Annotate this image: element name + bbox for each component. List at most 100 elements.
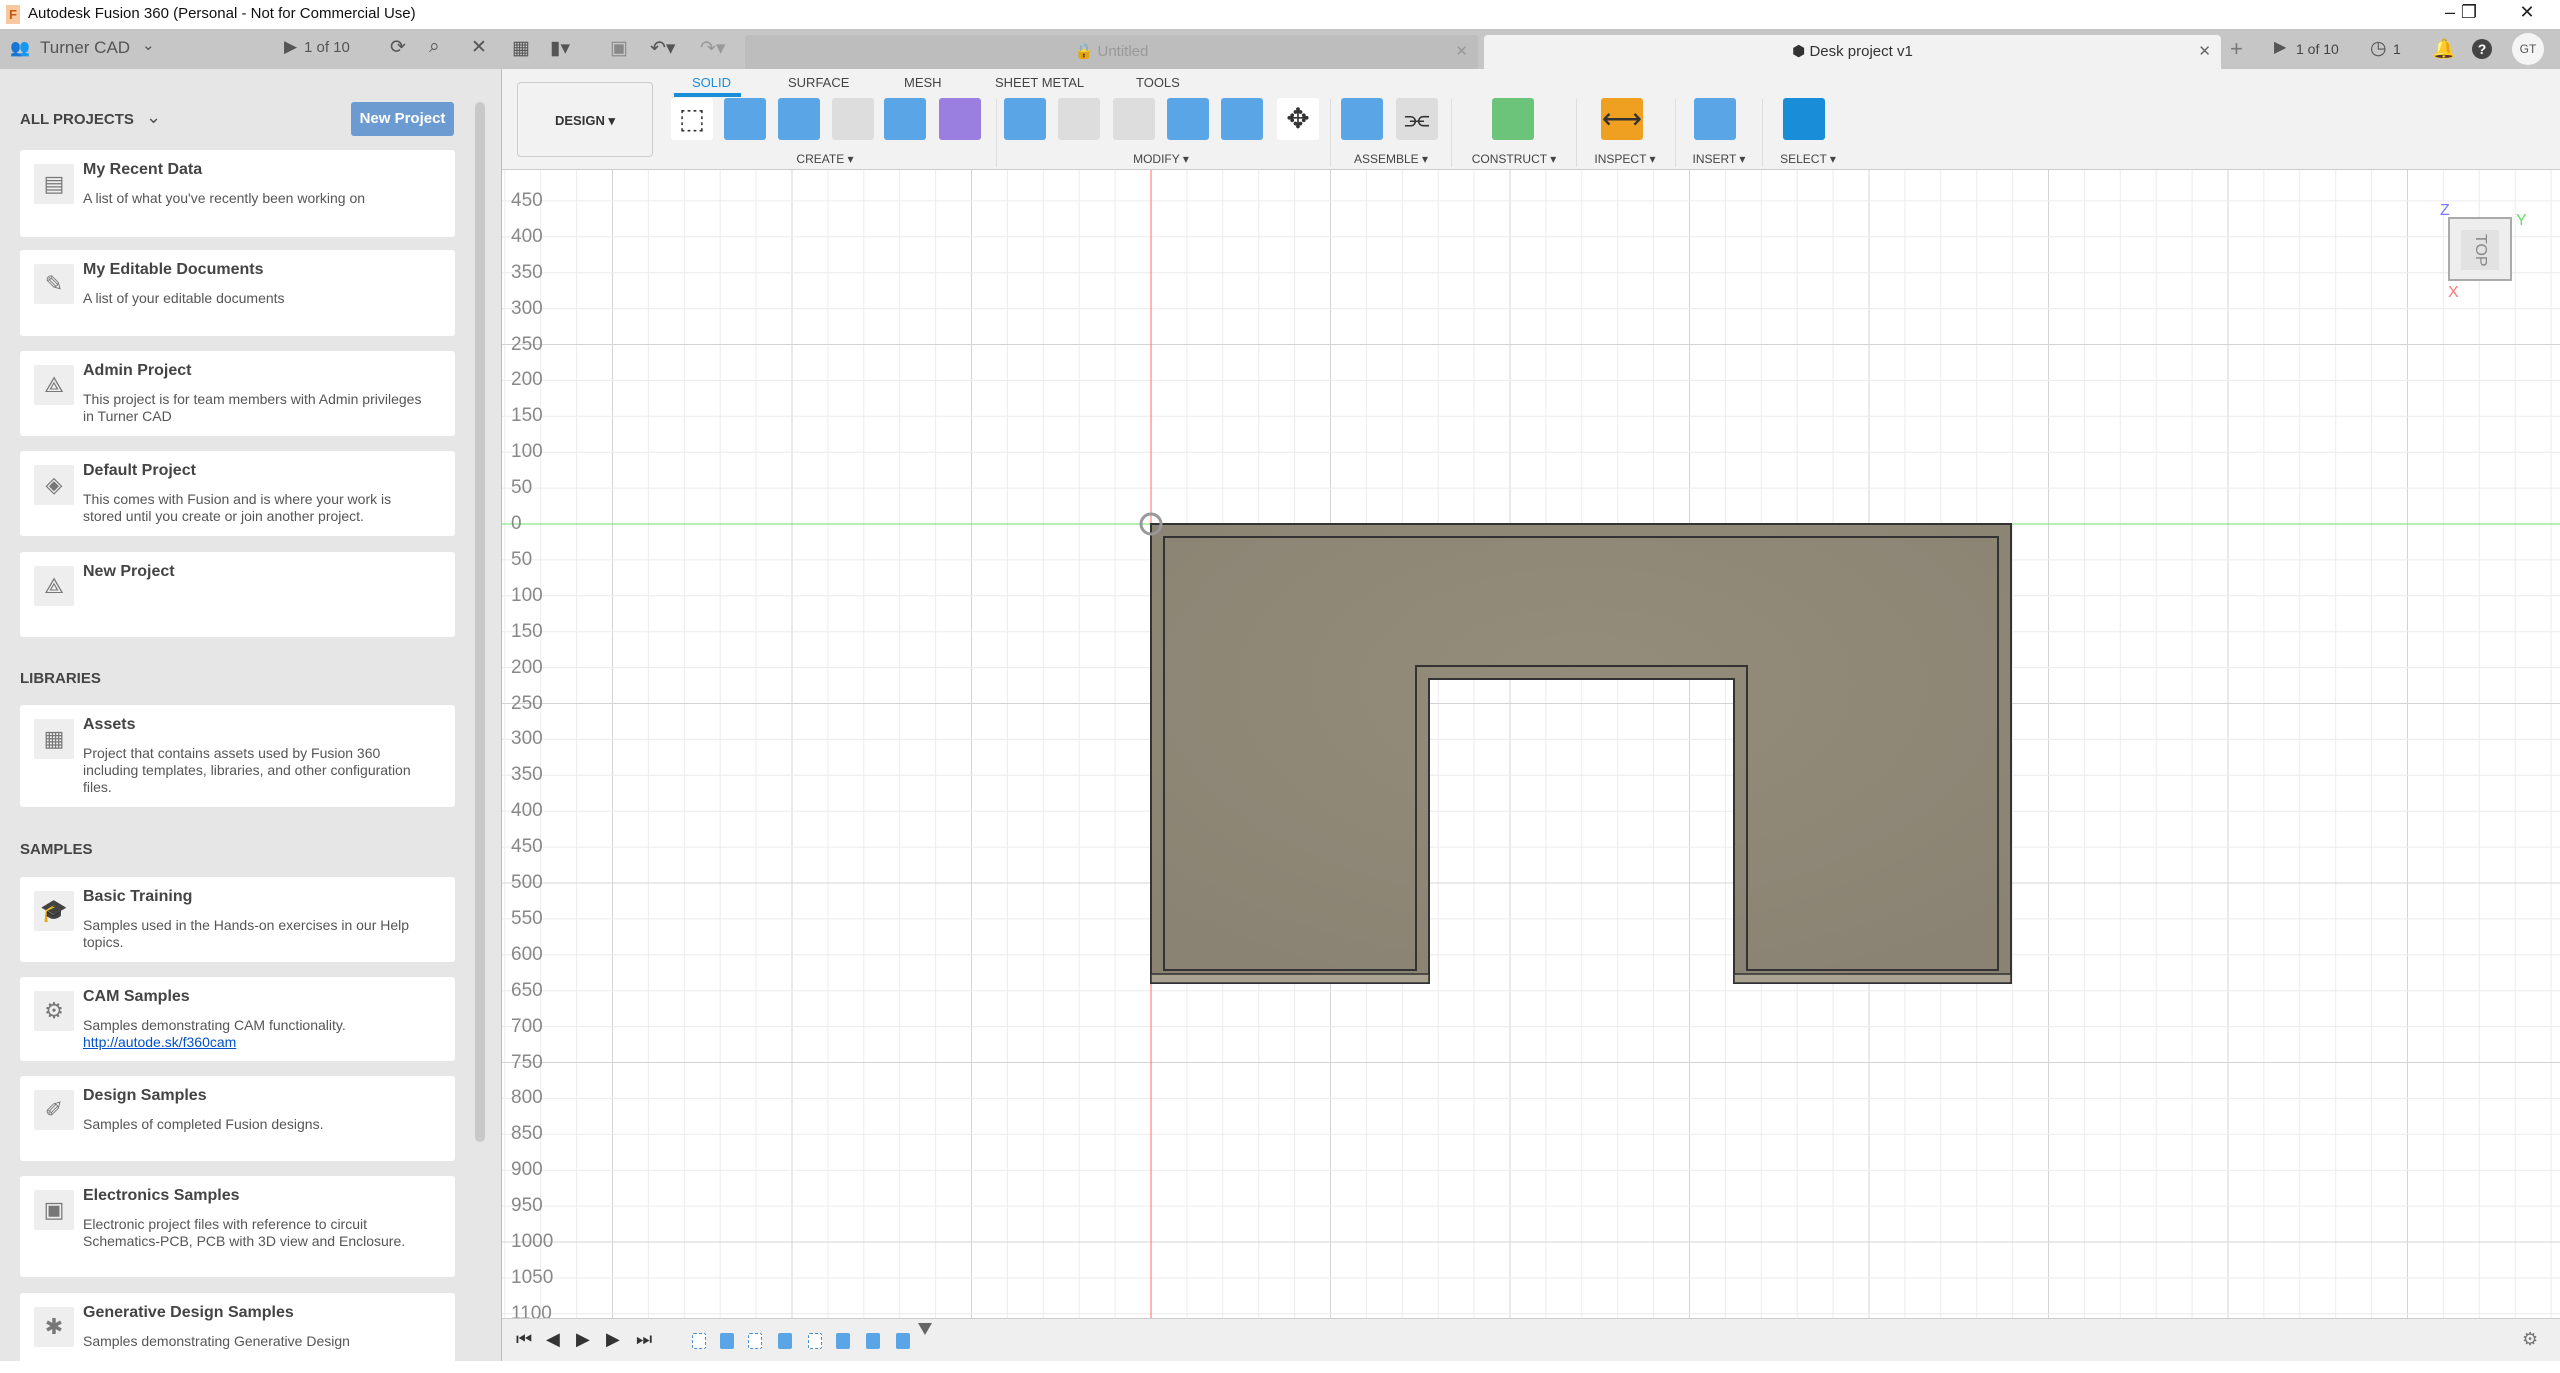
- jobs-status[interactable]: 1 of 10: [2296, 41, 2339, 57]
- timeline-marker[interactable]: [918, 1323, 932, 1335]
- hole-icon[interactable]: [832, 98, 874, 140]
- project-card[interactable]: 🎓 Basic Training Samples used in the Han…: [20, 877, 455, 962]
- tab-untitled[interactable]: 🔒 Untitled ✕: [745, 35, 1478, 69]
- close-tab-icon[interactable]: ✕: [1455, 35, 1468, 69]
- play-icon[interactable]: ▶: [576, 1329, 590, 1350]
- modify-menu[interactable]: MODIFY ▾: [1133, 152, 1189, 166]
- tab-solid[interactable]: SOLID: [692, 75, 731, 90]
- joint-icon[interactable]: ⫘: [1396, 98, 1438, 140]
- file-menu-icon[interactable]: ▮▾: [550, 37, 570, 60]
- desk-body[interactable]: [502, 170, 2560, 1318]
- project-card[interactable]: ◈ Default Project This comes with Fusion…: [20, 451, 455, 536]
- search-icon[interactable]: ⌕: [429, 36, 440, 58]
- timeline-feature[interactable]: [808, 1333, 822, 1349]
- chevron-down-icon[interactable]: ⌄: [142, 36, 155, 54]
- revolve-icon[interactable]: [778, 98, 820, 140]
- save-icon[interactable]: ▣: [610, 37, 628, 60]
- extrude-icon[interactable]: [724, 98, 766, 140]
- pattern-icon[interactable]: [884, 98, 926, 140]
- edit-document-icon: ✎: [34, 264, 74, 304]
- split-body-icon[interactable]: [1221, 98, 1263, 140]
- assemble-menu[interactable]: ASSEMBLE ▾: [1354, 152, 1428, 166]
- jobs-status[interactable]: 1 of 10: [304, 39, 350, 56]
- jobs-icon: ▶: [284, 37, 298, 56]
- view-cube-face[interactable]: TOP: [2461, 230, 2499, 270]
- clock-icon[interactable]: ◷: [2370, 37, 2387, 60]
- tab-mesh[interactable]: MESH: [904, 75, 942, 90]
- move-icon[interactable]: ✥: [1277, 98, 1319, 140]
- select-menu[interactable]: SELECT ▾: [1780, 152, 1836, 166]
- new-component-icon[interactable]: [1341, 98, 1383, 140]
- construct-plane-icon[interactable]: [1492, 98, 1534, 140]
- jobs-icon: ▶: [2274, 39, 2287, 56]
- project-title: My Editable Documents: [83, 261, 264, 278]
- step-forward-icon[interactable]: ▶: [606, 1329, 620, 1350]
- project-card[interactable]: ⟁ New Project: [20, 552, 455, 637]
- project-card[interactable]: ⟁ Admin Project This project is for team…: [20, 351, 455, 436]
- redo-icon[interactable]: ↷▾: [700, 37, 725, 60]
- bell-icon[interactable]: 🔔: [2432, 37, 2456, 61]
- inspect-menu[interactable]: INSPECT ▾: [1594, 152, 1655, 166]
- project-card[interactable]: ▤ My Recent Data A list of what you've r…: [20, 150, 455, 237]
- team-selector[interactable]: Turner CAD: [40, 38, 130, 58]
- tab-sheet-metal[interactable]: SHEET METAL: [995, 75, 1084, 90]
- project-card[interactable]: ▦ Assets Project that contains assets us…: [20, 705, 455, 807]
- project-card[interactable]: ✎ My Editable Documents A list of your e…: [20, 250, 455, 336]
- help-icon[interactable]: ?: [2472, 39, 2492, 59]
- timeline-feature[interactable]: [720, 1333, 734, 1349]
- insert-menu[interactable]: INSERT ▾: [1693, 152, 1746, 166]
- timeline: ⏮ ◀ ▶ ▶ ⏭ ⚙: [502, 1318, 2560, 1361]
- project-card[interactable]: ✱ Generative Design Samples Samples demo…: [20, 1293, 455, 1373]
- view-cube[interactable]: TOP: [2448, 217, 2512, 281]
- project-card[interactable]: ✐ Design Samples Samples of completed Fu…: [20, 1076, 455, 1161]
- restore-button[interactable]: ❐: [2454, 2, 2484, 23]
- construct-menu[interactable]: CONSTRUCT ▾: [1472, 152, 1556, 166]
- canvas-viewport[interactable]: 450 400 350 300 250 200 150 100 50 0 50 100 150 200 25…: [502, 170, 2560, 1318]
- panel-scrollbar[interactable]: [475, 102, 485, 1142]
- project-card[interactable]: ▣ Electronics Samples Electronic project…: [20, 1176, 455, 1277]
- timeline-feature[interactable]: [836, 1333, 850, 1349]
- active-tab-indicator: [674, 93, 741, 97]
- timeline-feature[interactable]: [866, 1333, 880, 1349]
- team-icon: 👥: [10, 40, 30, 57]
- description-text: Project that contains assets used by Fus…: [83, 745, 411, 795]
- go-to-start-icon[interactable]: ⏮: [516, 1329, 532, 1350]
- new-tab-button[interactable]: +: [2230, 36, 2243, 62]
- settings-gear-icon[interactable]: ⚙: [2522, 1329, 2538, 1350]
- shell-icon[interactable]: [1113, 98, 1155, 140]
- step-back-icon[interactable]: ◀: [546, 1329, 560, 1350]
- timeline-feature[interactable]: [896, 1333, 910, 1349]
- create-form-icon[interactable]: [939, 98, 981, 140]
- timeline-feature[interactable]: [778, 1333, 792, 1349]
- description-text: This project is for team members with Ad…: [83, 391, 422, 424]
- refresh-icon[interactable]: ⟳: [390, 36, 406, 59]
- create-sketch-icon[interactable]: ⬚: [671, 98, 713, 140]
- undo-icon[interactable]: ↶▾: [650, 37, 675, 60]
- go-to-end-icon[interactable]: ⏭: [636, 1329, 652, 1350]
- cam-link[interactable]: http://autode.sk/f360cam: [83, 1034, 433, 1051]
- project-title: Default Project: [83, 462, 196, 479]
- create-menu[interactable]: CREATE ▾: [796, 152, 853, 166]
- fillet-icon[interactable]: [1058, 98, 1100, 140]
- workspace-switcher[interactable]: DESIGN ▾: [517, 82, 653, 157]
- close-button[interactable]: ✕: [2512, 2, 2542, 23]
- project-card[interactable]: ⚙ CAM Samples Samples demonstrating CAM …: [20, 977, 455, 1061]
- timeline-feature[interactable]: [748, 1333, 762, 1349]
- tab-surface[interactable]: SURFACE: [788, 75, 849, 90]
- app-grid-icon[interactable]: ▦: [512, 37, 530, 60]
- insert-image-icon[interactable]: [1694, 98, 1736, 140]
- new-project-button[interactable]: New Project: [351, 102, 454, 136]
- combine-icon[interactable]: [1167, 98, 1209, 140]
- chevron-down-icon[interactable]: ⌄: [146, 107, 161, 128]
- close-tab-icon[interactable]: ✕: [2198, 35, 2211, 69]
- press-pull-icon[interactable]: [1004, 98, 1046, 140]
- project-title: Generative Design Samples: [83, 1304, 294, 1321]
- select-icon[interactable]: [1783, 98, 1825, 140]
- all-projects-label[interactable]: ALL PROJECTS: [20, 111, 134, 128]
- measure-icon[interactable]: ⟷: [1601, 98, 1643, 140]
- timeline-feature[interactable]: [692, 1333, 706, 1349]
- tab-desk-project[interactable]: ⬢ Desk project v1 ✕: [1484, 35, 2221, 69]
- tab-tools[interactable]: TOOLS: [1136, 75, 1180, 90]
- user-avatar[interactable]: GT: [2512, 33, 2544, 65]
- close-panel-icon[interactable]: ✕: [471, 36, 487, 59]
